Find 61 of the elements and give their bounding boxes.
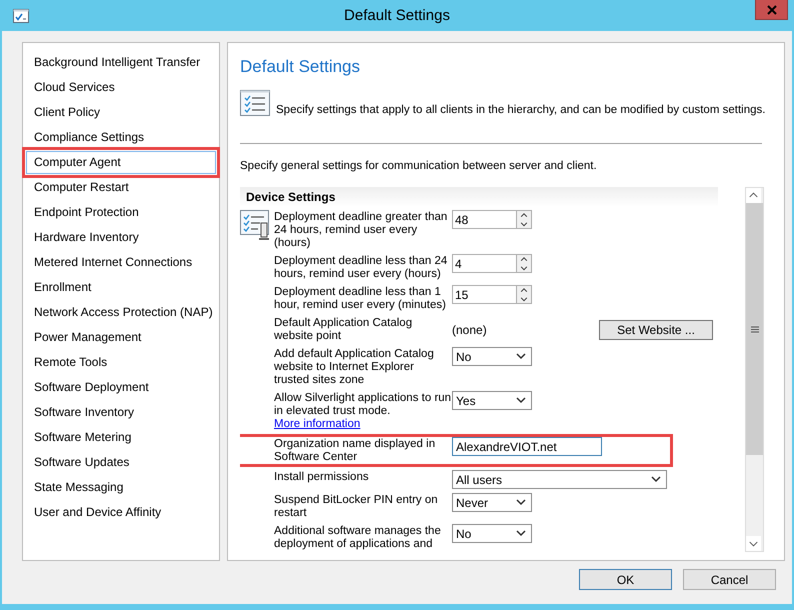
category-item[interactable]: Compliance Settings [26, 126, 216, 149]
number-spinner[interactable]: 15 [452, 285, 532, 304]
category-item[interactable]: Software Metering [26, 426, 216, 449]
chevron-down-icon [516, 397, 526, 404]
number-spinner[interactable]: 48 [452, 210, 532, 229]
cancel-button[interactable]: Cancel [683, 569, 776, 590]
category-item[interactable]: State Messaging [26, 476, 216, 499]
setting-label: Deployment deadline less than 1 hour, remind user every (minutes) [274, 285, 447, 312]
category-item[interactable]: Network Access Protection (NAP) [26, 301, 216, 324]
chevron-down-icon [651, 476, 661, 483]
description-text: Specify settings that apply to all clients in the hierarchy, and can be modified by custom settings. [276, 104, 766, 116]
organization-name-field[interactable]: AlexandreVIOT.net [452, 437, 602, 456]
dropdown[interactable]: All users [452, 470, 667, 489]
setting-label: Organization name displayed in Software Center [274, 437, 436, 464]
category-item[interactable]: Endpoint Protection [26, 201, 216, 224]
dropdown[interactable]: No [452, 524, 532, 543]
set-website-button[interactable]: Set Website ... [599, 320, 713, 340]
window-title: Default Settings [344, 7, 450, 24]
setting-label: Deployment deadline greater than 24 hours, remind user every (hours) [274, 210, 448, 250]
category-item[interactable]: Software Deployment [26, 376, 216, 399]
setting-label: Default Application Catalog website point [274, 316, 414, 343]
checklist-icon [240, 90, 270, 116]
close-icon [766, 4, 776, 14]
category-item[interactable]: Cloud Services [26, 76, 216, 99]
number-spinner[interactable]: 4 [452, 254, 532, 273]
category-item[interactable]: Metered Internet Connections [26, 251, 216, 274]
chevron-down-icon [516, 353, 526, 360]
dropdown[interactable]: Never [452, 493, 532, 512]
setting-label: Suspend BitLocker PIN entry on restart [274, 493, 439, 520]
dropdown[interactable]: No [452, 347, 532, 366]
more-information-link[interactable]: More information [274, 418, 360, 430]
vertical-scrollbar[interactable] [745, 187, 764, 552]
close-button[interactable] [755, 0, 788, 20]
ok-button[interactable]: OK [579, 569, 672, 590]
section-title: Device Settings [246, 190, 336, 204]
dropdown[interactable]: Yes [452, 391, 532, 410]
chevron-down-icon [516, 530, 526, 537]
setting-label: Install permissions [274, 470, 370, 484]
grip-icon [750, 326, 758, 332]
scroll-up-icon[interactable] [746, 188, 761, 203]
category-item[interactable]: Software Updates [26, 451, 216, 474]
page-title: Default Settings [240, 57, 360, 77]
setting-label: Allow Silverlight applications to run in elevated trust mode. More information [274, 391, 452, 431]
setting-value: (none) [452, 322, 488, 336]
setting-label: Add default Application Catalog website to Internet Explorer trusted sites zone [274, 347, 435, 387]
setting-label: Additional software manages the deployment of applications and [274, 524, 442, 551]
category-item[interactable]: Background Intelligent Transfer [26, 51, 216, 74]
setting-label: Deployment deadline less than 24 hours, remind user every (hours) [274, 254, 448, 281]
window-icon [13, 8, 29, 22]
settings-computer-icon [240, 210, 272, 240]
chevron-down-icon [516, 499, 526, 506]
category-item[interactable]: User and Device Affinity [26, 501, 216, 524]
intro-text: Specify general settings for communication between server and client. [240, 160, 597, 172]
category-item[interactable]: Remote Tools [26, 351, 216, 374]
category-item[interactable]: Power Management [26, 326, 216, 349]
category-item[interactable]: Computer Restart [26, 176, 216, 199]
category-item[interactable]: Hardware Inventory [26, 226, 216, 249]
category-item[interactable]: Enrollment [26, 276, 216, 299]
scroll-down-icon[interactable] [746, 536, 761, 551]
category-item[interactable]: Client Policy [26, 101, 216, 124]
category-item[interactable]: Software Inventory [26, 401, 216, 424]
